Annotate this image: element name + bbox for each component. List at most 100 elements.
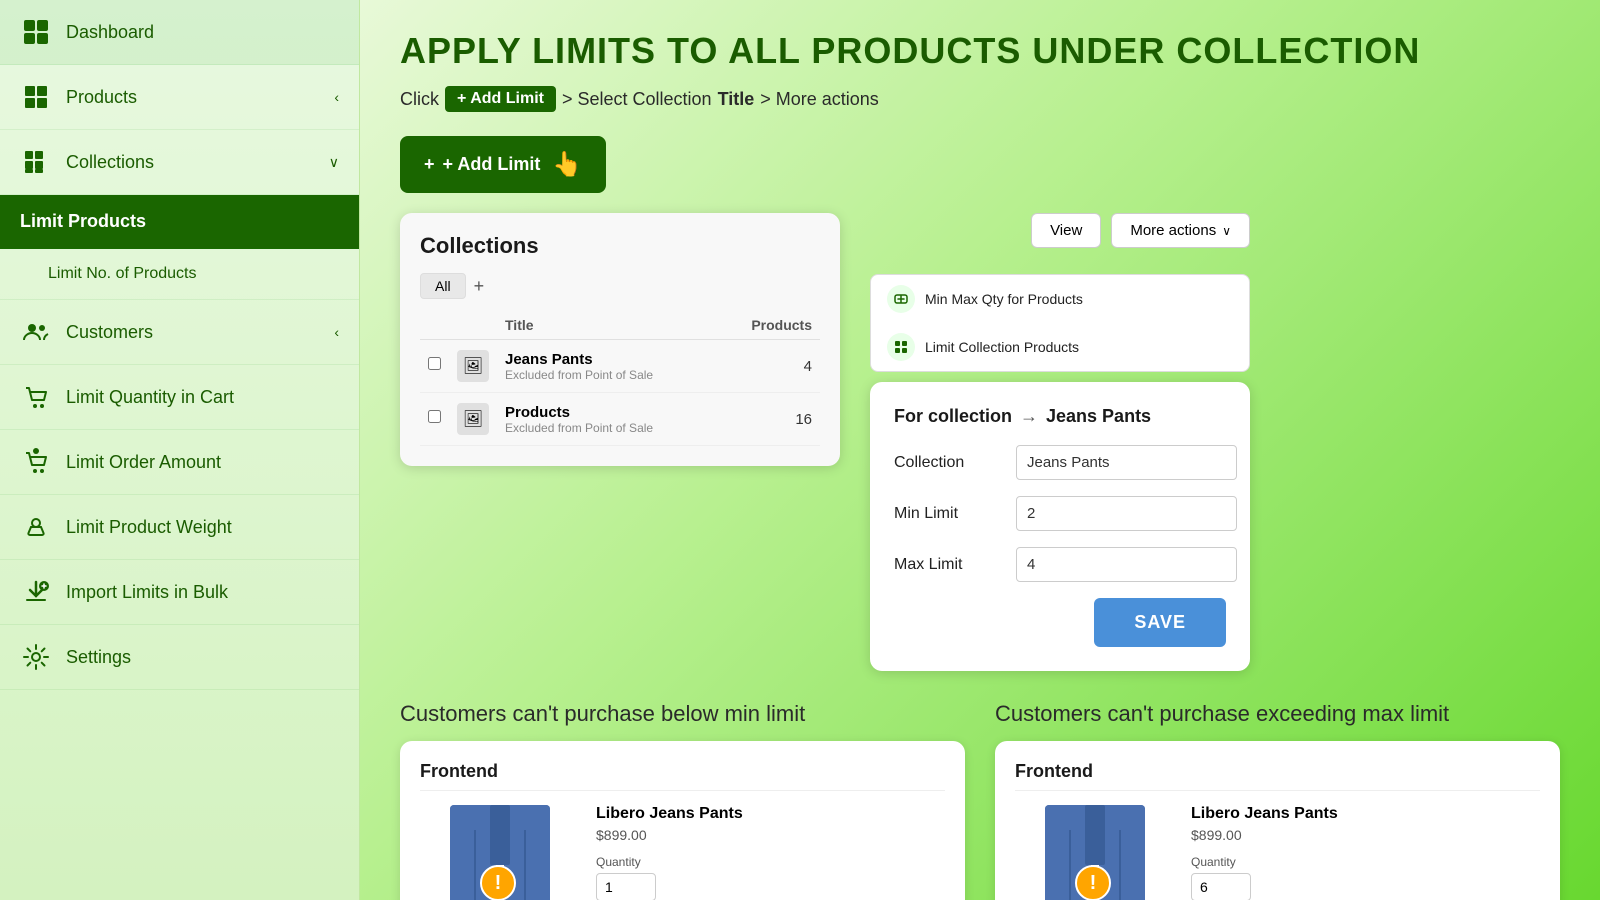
collections-table: Title Products 🖼 Jeans Pants Excluded fr… <box>420 311 820 446</box>
sidebar-item-import[interactable]: Import Limits in Bulk <box>0 560 359 625</box>
main-content: APPLY LIMITS TO ALL PRODUCTS UNDER COLLE… <box>360 0 1600 900</box>
demo-min-heading: Customers can't purchase below min limit <box>400 701 965 727</box>
sidebar-item-limit-order[interactable]: Limit Order Amount <box>0 430 359 495</box>
top-panels-wrapper: + + Add Limit 👆 Collections All + <box>400 136 1560 671</box>
step-prefix: Click <box>400 89 439 110</box>
product-image-area-min: ! × You need to buy min 2 quantities of … <box>420 805 580 900</box>
sidebar-item-collections[interactable]: Collections ∨ <box>0 130 359 195</box>
collection-input[interactable] <box>1016 445 1237 480</box>
sidebar-item-customers[interactable]: Customers ‹ <box>0 300 359 365</box>
save-button[interactable]: SAVE <box>1094 598 1226 647</box>
row-checkbox[interactable] <box>428 357 441 370</box>
bottom-section: Customers can't purchase below min limit… <box>400 701 1560 900</box>
demo-max-heading: Customers can't purchase exceeding max l… <box>995 701 1560 727</box>
sidebar-item-products[interactable]: Products ‹ <box>0 65 359 130</box>
qty-input-max[interactable] <box>1191 873 1251 900</box>
products-chevron: ‹ <box>334 89 339 105</box>
frontend-max-title: Frontend <box>1015 761 1540 791</box>
add-limit-inline-btn[interactable]: + Add Limit <box>445 86 556 112</box>
sidebar-label-limit-products: Limit Products <box>20 211 146 232</box>
sidebar-item-limit-products[interactable]: Limit Products <box>0 195 359 249</box>
product-demo-max: ! × You can buy max 4 quantities of Libe… <box>1015 805 1540 900</box>
sidebar: Dashboard Products ‹ Collections <box>0 0 360 900</box>
warning-badge-min: ! × You need to buy min 2 quantities of … <box>480 865 516 900</box>
cart-qty-icon <box>20 381 52 413</box>
warning-icon-min: ! <box>480 865 516 900</box>
actions-bar: View More actions ∨ <box>870 213 1250 248</box>
demo-min-card: Frontend <box>400 741 965 900</box>
product-info-min: Libero Jeans Pants $899.00 Quantity ADD … <box>596 805 778 900</box>
right-panel: View More actions ∨ <box>870 213 1250 671</box>
min-limit-input[interactable] <box>1016 496 1237 531</box>
row-title: Jeans Pants <box>505 351 709 368</box>
product-name-min: Libero Jeans Pants <box>596 805 778 823</box>
sidebar-label-products: Products <box>66 87 137 108</box>
sidebar-label-limit-weight: Limit Product Weight <box>66 517 232 538</box>
max-limit-input[interactable] <box>1016 547 1237 582</box>
tab-all[interactable]: All <box>420 273 466 299</box>
step-middle: > Select Collection <box>562 89 712 110</box>
order-amount-icon <box>20 446 52 478</box>
form-row-collection: Collection <box>894 445 1226 480</box>
sidebar-label-dashboard: Dashboard <box>66 22 154 43</box>
product-price-max: $899.00 <box>1191 827 1373 843</box>
tab-plus[interactable]: + <box>474 276 485 297</box>
form-panel-title: For collection → Jeans Pants <box>894 406 1226 427</box>
product-name-max: Libero Jeans Pants <box>1191 805 1373 823</box>
demo-max-card: Frontend <box>995 741 1560 900</box>
sidebar-label-limit-no-products: Limit No. of Products <box>48 265 197 283</box>
sidebar-item-limit-weight[interactable]: Limit Product Weight <box>0 495 359 560</box>
sidebar-item-dashboard[interactable]: Dashboard <box>0 0 359 65</box>
row-img: 🖼 <box>457 350 489 382</box>
col-header-products: Products <box>717 311 820 340</box>
row-checkbox[interactable] <box>428 410 441 423</box>
limit-collection-label: Limit Collection Products <box>925 339 1079 355</box>
more-actions-btn[interactable]: More actions ∨ <box>1111 213 1250 248</box>
demo-max-section: Customers can't purchase exceeding max l… <box>995 701 1560 900</box>
customers-icon <box>20 316 52 348</box>
sidebar-label-collections: Collections <box>66 152 154 173</box>
sidebar-item-limit-qty[interactable]: Limit Quantity in Cart <box>0 365 359 430</box>
frontend-min-title: Frontend <box>420 761 945 791</box>
max-limit-label: Max Limit <box>894 556 1004 574</box>
sidebar-label-customers: Customers <box>66 322 153 343</box>
col-header-title: Title <box>497 311 717 340</box>
product-image-area-max: ! × You can buy max 4 quantities of Libe… <box>1015 805 1175 900</box>
view-btn[interactable]: View <box>1031 213 1101 248</box>
sidebar-label-limit-order: Limit Order Amount <box>66 452 221 473</box>
top-panels: Collections All + Title Products <box>400 213 1560 671</box>
sidebar-label-settings: Settings <box>66 647 131 668</box>
row-subtitle: Excluded from Point of Sale <box>505 368 709 382</box>
dropdown-item-limit-collection[interactable]: Limit Collection Products <box>871 323 1249 371</box>
min-max-icon <box>887 285 915 313</box>
row-subtitle: Excluded from Point of Sale <box>505 421 709 435</box>
dashboard-icon <box>20 16 52 48</box>
add-limit-button[interactable]: + + Add Limit 👆 <box>400 136 606 193</box>
table-row[interactable]: 🖼 Products Excluded from Point of Sale 1… <box>420 393 820 446</box>
step-bold: Title <box>718 89 755 110</box>
weight-icon <box>20 511 52 543</box>
add-limit-label: + Add Limit <box>443 154 541 175</box>
cursor-icon: 👆 <box>552 150 582 179</box>
sidebar-label-limit-qty: Limit Quantity in Cart <box>66 387 234 408</box>
form-row-min: Min Limit <box>894 496 1226 531</box>
min-limit-label: Min Limit <box>894 505 1004 523</box>
qty-input-min[interactable] <box>596 873 656 900</box>
dropdown-item-min-max[interactable]: Min Max Qty for Products <box>871 275 1249 323</box>
tab-bar: All + <box>420 273 820 299</box>
sidebar-label-import: Import Limits in Bulk <box>66 582 228 603</box>
collection-label: Collection <box>894 454 1004 472</box>
settings-icon <box>20 641 52 673</box>
import-icon <box>20 576 52 608</box>
add-icon: + <box>424 154 435 175</box>
step-instruction: Click + Add Limit > Select Collection Ti… <box>400 86 1560 112</box>
page-title: APPLY LIMITS TO ALL PRODUCTS UNDER COLLE… <box>400 30 1560 72</box>
collections-chevron: ∨ <box>329 154 339 171</box>
table-row[interactable]: 🖼 Jeans Pants Excluded from Point of Sal… <box>420 340 820 393</box>
collections-title: Collections <box>420 233 820 259</box>
qty-label-max: Quantity <box>1191 855 1373 869</box>
collections-icon <box>20 146 52 178</box>
sidebar-item-limit-no-products[interactable]: Limit No. of Products <box>0 249 359 300</box>
sidebar-item-settings[interactable]: Settings <box>0 625 359 690</box>
warning-icon-max: ! <box>1075 865 1111 900</box>
